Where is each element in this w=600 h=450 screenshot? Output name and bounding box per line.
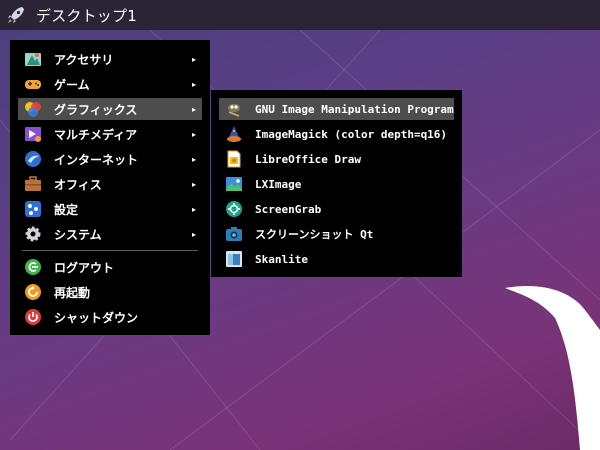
libreoffice-draw-icon — [225, 150, 243, 168]
menu-item-label: マルチメディア — [54, 127, 138, 142]
rocket-icon[interactable] — [6, 5, 26, 25]
submenu-item-screengrab[interactable]: ScreenGrab — [219, 198, 454, 220]
camera-icon — [225, 225, 243, 243]
submenu-item-label: GNU Image Manipulation Program — [255, 102, 454, 116]
desktop-title: デスクトップ1 — [36, 6, 137, 25]
submenu-arrow-icon: ▸ — [191, 79, 196, 89]
submenu-item-label: LibreOffice Draw — [255, 152, 361, 166]
menu-item-label: アクセサリ — [54, 52, 114, 67]
settings-icon — [24, 200, 42, 218]
submenu-item-label: スクリーンショット Qt — [255, 228, 374, 241]
submenu-arrow-icon: ▸ — [191, 204, 196, 214]
globe-icon — [24, 150, 42, 168]
image-viewer-icon — [225, 175, 243, 193]
wallpaper-bird — [505, 286, 600, 450]
menu-item-graphics[interactable]: グラフィックス ▸ — [18, 98, 202, 120]
logout-icon — [24, 258, 42, 276]
submenu-arrow-icon: ▸ — [191, 229, 196, 239]
gamepad-icon — [24, 75, 42, 93]
menu-item-label: 設定 — [54, 202, 79, 217]
submenu-item-skanlite[interactable]: Skanlite — [219, 248, 454, 270]
power-icon — [24, 308, 42, 326]
menu-item-accessories[interactable]: アクセサリ ▸ — [18, 48, 202, 70]
gear-icon — [24, 225, 42, 243]
submenu-arrow-icon: ▸ — [191, 129, 196, 139]
application-menu: アクセサリ ▸ ゲーム ▸ グラフィックス ▸ マルチメディア ▸ インターネッ… — [10, 40, 210, 335]
submenu-item-label: LXImage — [255, 177, 302, 191]
accessories-icon — [24, 50, 42, 68]
menu-item-label: オフィス — [54, 177, 102, 192]
gimp-icon — [225, 100, 243, 118]
menu-item-label: ゲーム — [54, 77, 90, 92]
menu-item-multimedia[interactable]: マルチメディア ▸ — [18, 123, 202, 145]
submenu-arrow-icon: ▸ — [191, 54, 196, 64]
menu-item-label: グラフィックス — [54, 102, 138, 117]
menu-item-logout[interactable]: ログアウト — [18, 256, 202, 278]
submenu-arrow-icon: ▸ — [191, 179, 196, 189]
scanner-icon — [225, 250, 243, 268]
submenu-item-gimp[interactable]: GNU Image Manipulation Program — [219, 98, 454, 120]
menu-item-label: インターネット — [54, 152, 139, 167]
submenu-item-libreoffice-draw[interactable]: LibreOffice Draw — [219, 148, 454, 170]
menu-item-label: 再起動 — [54, 285, 91, 300]
menu-item-label: システム — [54, 227, 102, 242]
menu-separator — [22, 250, 198, 251]
submenu-item-imagemagick[interactable]: ImageMagick (color depth=q16) — [219, 123, 454, 145]
menu-item-internet[interactable]: インターネット ▸ — [18, 148, 202, 170]
submenu-item-label: Skanlite — [255, 252, 308, 266]
menu-item-system[interactable]: システム ▸ — [18, 223, 202, 245]
menu-item-office[interactable]: オフィス ▸ — [18, 173, 202, 195]
graphics-submenu: GNU Image Manipulation Program ImageMagi… — [211, 90, 462, 277]
imagemagick-wizard-icon — [225, 125, 243, 143]
briefcase-icon — [24, 175, 42, 193]
submenu-arrow-icon: ▸ — [191, 104, 196, 114]
graphics-icon — [24, 100, 42, 118]
submenu-item-lximage[interactable]: LXImage — [219, 173, 454, 195]
reboot-icon — [24, 283, 42, 301]
top-panel: デスクトップ1 — [0, 0, 600, 30]
submenu-item-label: ImageMagick (color depth=q16) — [255, 127, 448, 141]
menu-item-settings[interactable]: 設定 ▸ — [18, 198, 202, 220]
menu-item-reboot[interactable]: 再起動 — [18, 281, 202, 303]
multimedia-icon — [24, 125, 42, 143]
menu-item-label: ログアウト — [54, 260, 115, 275]
submenu-item-label: ScreenGrab — [255, 202, 322, 216]
submenu-arrow-icon: ▸ — [191, 154, 196, 164]
menu-item-shutdown[interactable]: シャットダウン — [18, 306, 202, 328]
menu-item-label: シャットダウン — [54, 310, 139, 325]
menu-item-games[interactable]: ゲーム ▸ — [18, 73, 202, 95]
screengrab-icon — [225, 200, 243, 218]
submenu-item-screenshot-qt[interactable]: スクリーンショット Qt — [219, 223, 454, 245]
